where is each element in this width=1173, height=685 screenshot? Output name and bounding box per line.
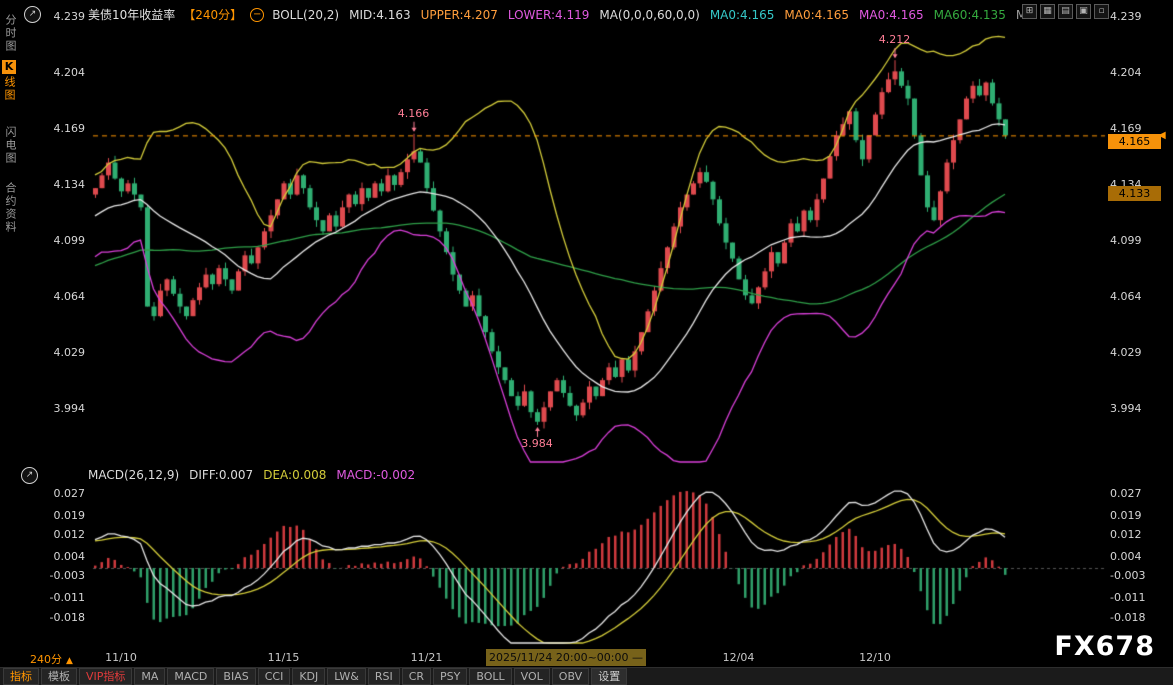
toolbar-item-OBV[interactable]: OBV [552,668,589,685]
y-axis-label: 4.029 [43,346,85,360]
macd-indicator-header: MACD(26,12,9) DIFF:0.007 DEA:0.008 MACD:-0.… [88,468,415,482]
macd-y-axis-label: -0.018 [43,611,85,625]
indicator-value: MA0:4.165 [859,8,924,22]
toolbar-item-LW&[interactable]: LW& [327,668,366,685]
split-view-icon[interactable]: ⊞ [1022,4,1037,19]
x-axis-label: 12/10 [853,651,897,664]
indicator-value: MA0:4.165 [710,8,775,22]
y-axis-label: 4.029 [1110,346,1142,360]
indicator-value: MID:4.163 [349,8,411,22]
collapse-main-panel-icon[interactable]: ↗ [24,6,41,23]
price-tag: 4.165 [1108,134,1161,149]
price-annotation: 4.166 [394,107,434,120]
toolbar-item-CCI[interactable]: CCI [258,668,291,685]
toolbar-item-KDJ[interactable]: KDJ [292,668,325,685]
macd-y-axis-label: 0.027 [43,487,85,501]
x-axis-label: 11/21 [405,651,449,664]
minimize-view-icon[interactable]: ▫ [1094,4,1109,19]
y-axis-label: 4.099 [43,234,85,248]
toolbar-item-RSI[interactable]: RSI [368,668,400,685]
circle-minus-icon[interactable]: − [250,8,264,22]
indicator-value: MA(0,0,0,60,0,0) [599,8,699,22]
x-axis-label: 12/04 [717,651,761,664]
grid-view-icon[interactable]: ▦ [1040,4,1055,19]
sidebar-tab-分时图[interactable]: 分时图 [2,14,18,53]
toolbar-item-PSY[interactable]: PSY [433,668,467,685]
indicator-value: MA60:4.135 [934,8,1006,22]
y-axis-label: 4.204 [43,66,85,80]
list-view-icon[interactable]: ▤ [1058,4,1073,19]
y-axis-label: 3.994 [43,402,85,416]
timeframe-label[interactable]: 【240分】 [183,6,242,23]
indicator-value: BOLL(20,2) [272,8,339,22]
toolbar-item-MACD[interactable]: MACD [167,668,214,685]
crosshair-date-box: 2025/11/24 20:00~00:00 — [486,649,646,666]
y-axis-label: 4.239 [43,10,85,24]
toolbar-item-设置[interactable]: 设置 [591,668,627,685]
macd-y-axis-label: -0.003 [1110,569,1145,583]
y-axis-label: 4.064 [43,290,85,304]
macd-y-axis-label: -0.011 [43,591,85,605]
toolbar-item-指标[interactable]: 指标 [3,668,39,685]
macd-y-axis-label: 0.019 [1110,509,1142,523]
price-annotation: 3.984 [517,437,557,450]
chart-header: 美债10年收益率 【240分】 − BOLL(20,2) MID:4.163 UPP… [88,6,1028,23]
macd-indicator-value: MACD(26,12,9) [88,468,179,482]
macd-y-axis-label: 0.019 [43,509,85,523]
single-view-icon[interactable]: ▣ [1076,4,1091,19]
y-axis-label: 4.064 [1110,290,1142,304]
y-axis-label: 4.239 [1110,10,1142,24]
sidebar-tab-闪电图[interactable]: 闪电图 [2,126,18,165]
y-axis-label: 4.099 [1110,234,1142,248]
y-axis-label: 3.994 [1110,402,1142,416]
macd-y-axis-label: 0.012 [1110,528,1142,542]
instrument-title: 美债10年收益率 [88,6,175,23]
k-badge-icon: K [2,60,16,74]
sidebar-tab-kline[interactable]: K 线图 [1,60,17,102]
x-axis-label: 11/10 [99,651,143,664]
macd-y-axis-label: 0.004 [43,550,85,564]
toolbar-item-BIAS[interactable]: BIAS [216,668,255,685]
macd-indicator-value: DIFF:0.007 [189,468,253,482]
indicator-value: UPPER:4.207 [421,8,498,22]
y-axis-label: 4.134 [43,178,85,192]
macd-y-axis-label: -0.018 [1110,611,1145,625]
macd-y-axis-label: 0.027 [1110,487,1142,501]
window-layout-buttons: ⊞▦▤▣▫ [1022,4,1109,19]
candlestick-chart-canvas[interactable] [0,0,1173,685]
sidebar-tab-label: 线图 [1,76,17,102]
macd-indicator-value: MACD:-0.002 [336,468,415,482]
bottom-toolbar: 指标模板VIP指标MAMACDBIASCCIKDJLW&RSICRPSYBOLL… [0,667,1173,685]
x-axis-label: 11/15 [262,651,306,664]
price-tag: 4.133 [1108,186,1161,201]
toolbar-item-VOL[interactable]: VOL [514,668,550,685]
timeframe-indicator[interactable]: 240分 ▲ [30,651,73,667]
watermark: FX678 [1054,631,1155,662]
macd-y-axis-label: -0.011 [1110,591,1145,605]
indicator-value: MA0:4.165 [784,8,849,22]
toolbar-item-CR[interactable]: CR [402,668,431,685]
collapse-macd-panel-icon[interactable]: ↗ [21,467,38,484]
toolbar-item-模板[interactable]: 模板 [41,668,77,685]
y-axis-label: 4.204 [1110,66,1142,80]
toolbar-item-MA[interactable]: MA [134,668,165,685]
up-triangle-icon: ▲ [66,656,73,666]
toolbar-item-VIP指标[interactable]: VIP指标 [79,668,132,685]
macd-y-axis-label: 0.012 [43,528,85,542]
indicator-summary: BOLL(20,2) MID:4.163 UPPER:4.207 LOWER:4.11… [272,8,1028,22]
macd-y-axis-label: 0.004 [1110,550,1142,564]
macd-indicator-value: DEA:0.008 [263,468,326,482]
chart-app: ↗ 美债10年收益率 【240分】 − BOLL(20,2) MID:4.163 U… [0,0,1173,685]
indicator-value: LOWER:4.119 [508,8,590,22]
macd-y-axis-label: -0.003 [43,569,85,583]
toolbar-item-BOLL[interactable]: BOLL [469,668,511,685]
price-annotation: 4.212 [875,33,915,46]
sidebar-tab-合约资料[interactable]: 合约资料 [2,182,18,234]
y-axis-label: 4.169 [43,122,85,136]
timeframe-text: 240分 [30,653,62,666]
